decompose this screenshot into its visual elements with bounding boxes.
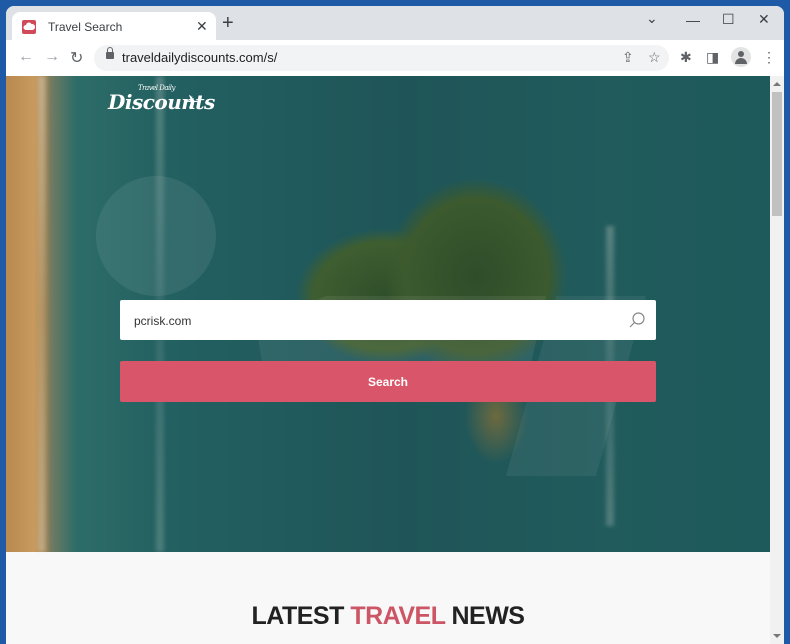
browser-toolbar: ← → ↻ traveldailydiscounts.com/s/ ⇪ ☆ ✱ … (6, 40, 784, 76)
menu-kebab-icon[interactable]: ⋮ (762, 49, 776, 66)
scrollbar-thumb[interactable] (772, 92, 782, 216)
bookmark-star-icon[interactable]: ☆ (648, 49, 661, 66)
heading-accent: TRAVEL (350, 602, 446, 630)
search-box (120, 300, 656, 342)
search-icon[interactable] (628, 311, 646, 329)
vertical-scrollbar[interactable] (770, 76, 784, 644)
url-text[interactable]: traveldailydiscounts.com/s/ (122, 50, 277, 65)
scroll-down-arrow-icon[interactable] (773, 634, 781, 638)
shore-wave (38, 76, 46, 552)
new-tab-button[interactable]: + (222, 13, 234, 33)
latest-news-heading: LATEST TRAVEL NEWS (6, 602, 770, 631)
chevron-down-icon[interactable]: ⌄ (646, 10, 658, 27)
heading-part-2: NEWS (445, 602, 525, 630)
logo-small-text: Travel Daily (138, 84, 175, 92)
forward-icon[interactable]: → (44, 48, 60, 66)
search-button[interactable]: Search (120, 361, 656, 402)
side-panel-icon[interactable]: ◨ (706, 49, 719, 66)
tab-strip: Travel Search ✕ + ⌄ — ☐ ✕ (6, 6, 784, 46)
share-icon[interactable]: ⇪ (622, 49, 634, 66)
minimize-icon[interactable]: — (686, 12, 700, 28)
browser-window: Travel Search ✕ + ⌄ — ☐ ✕ ← → ↻ travelda… (6, 6, 784, 644)
profile-avatar-icon[interactable] (731, 47, 751, 67)
scroll-up-arrow-icon[interactable] (773, 82, 781, 86)
search-input[interactable] (132, 300, 626, 342)
hero-background: Travel Daily Discounts ✈ Search (6, 76, 770, 552)
cloud-icon (22, 20, 36, 34)
reload-icon[interactable]: ↻ (70, 48, 83, 68)
heading-part-1: LATEST (251, 602, 351, 630)
extensions-icon[interactable]: ✱ (680, 49, 692, 66)
address-bar[interactable]: traveldailydiscounts.com/s/ ⇪ ☆ (94, 45, 669, 71)
lock-icon (106, 47, 114, 59)
back-icon[interactable]: ← (18, 48, 34, 66)
page-viewport: Travel Daily Discounts ✈ Search LATEST T… (6, 76, 770, 644)
tab-close-icon[interactable]: ✕ (196, 18, 208, 35)
close-window-icon[interactable]: ✕ (758, 11, 770, 28)
maximize-icon[interactable]: ☐ (722, 11, 735, 28)
airplane-icon: ✈ (184, 92, 200, 112)
tab-title: Travel Search (48, 20, 123, 34)
